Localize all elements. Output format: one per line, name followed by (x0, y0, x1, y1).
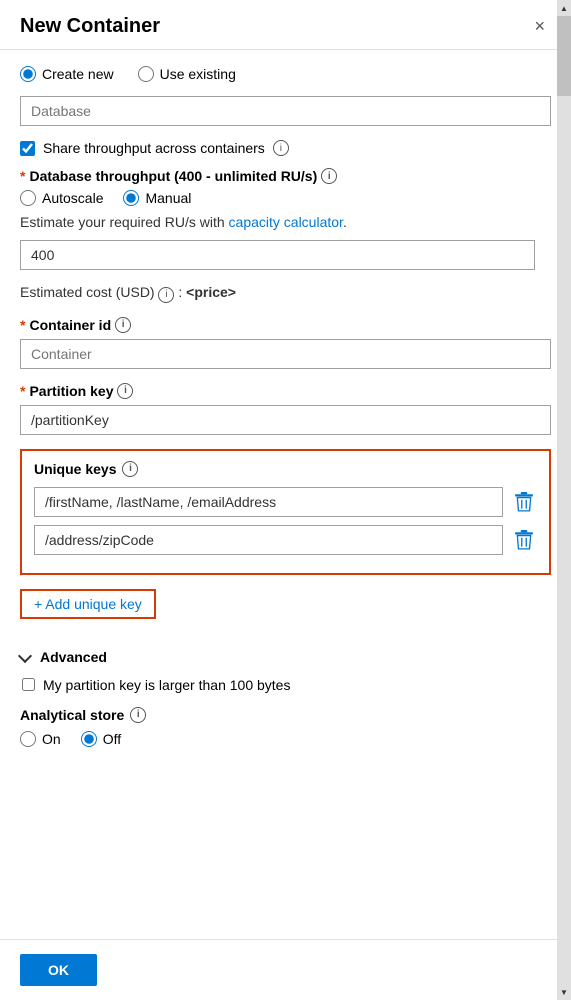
dialog-body: Create new Use existing Share throughput… (0, 50, 571, 939)
estimate-text-post: . (343, 214, 347, 230)
partition-size-row: My partition key is larger than 100 byte… (20, 677, 551, 693)
throughput-required-star: * (20, 168, 25, 184)
advanced-toggle[interactable]: Advanced (20, 649, 551, 665)
trash-icon-2 (515, 530, 533, 550)
share-throughput-info-icon: i (273, 140, 289, 156)
estimate-text-pre: Estimate your required RU/s with (20, 214, 229, 230)
partition-key-input[interactable] (20, 405, 551, 435)
unique-keys-info-icon: i (122, 461, 138, 477)
unique-keys-header: Unique keys i (34, 461, 537, 477)
ok-button[interactable]: OK (20, 954, 97, 986)
partition-key-info-icon: i (117, 383, 133, 399)
create-new-label: Create new (42, 66, 114, 82)
unique-key-1-input[interactable] (34, 487, 503, 517)
autoscale-label: Autoscale (42, 190, 103, 206)
analytical-store-radio-group: On Off (20, 731, 551, 747)
share-throughput-row: Share throughput across containers i (20, 140, 551, 156)
partition-key-section: * Partition key i (20, 383, 551, 435)
dialog-header: New Container × (0, 0, 571, 50)
new-container-dialog: New Container × Create new Use existing … (0, 0, 571, 1000)
dialog-title: New Container (20, 15, 160, 38)
estimated-cost-value: <price> (186, 284, 236, 300)
analytical-off-radio[interactable] (81, 731, 97, 747)
scrollbar-down-button[interactable]: ▼ (557, 984, 571, 1000)
scrollbar-track[interactable] (557, 16, 571, 984)
share-throughput-checkbox[interactable] (20, 141, 35, 156)
create-use-radio-group: Create new Use existing (20, 66, 551, 82)
autoscale-radio-label[interactable]: Autoscale (20, 190, 103, 206)
container-id-star: * (20, 317, 25, 333)
analytical-on-label: On (42, 731, 61, 747)
capacity-calculator-link[interactable]: capacity calculator (229, 214, 343, 230)
use-existing-radio[interactable] (138, 66, 154, 82)
estimated-cost-row: Estimated cost (USD) i : <price> (20, 284, 551, 303)
estimated-cost-info-icon: i (158, 287, 174, 303)
database-throughput-label: Database throughput (400 - unlimited RU/… (29, 168, 317, 184)
trash-icon-1 (515, 492, 533, 512)
unique-keys-label: Unique keys (34, 461, 116, 477)
partition-key-label-row: * Partition key i (20, 383, 551, 399)
analytical-store-label-row: Analytical store i (20, 707, 551, 723)
database-section (20, 96, 551, 126)
use-existing-label: Use existing (160, 66, 236, 82)
capacity-text-row: Estimate your required RU/s with capacit… (20, 214, 551, 230)
unique-keys-section: Unique keys i (20, 449, 551, 575)
scrollbar-thumb[interactable] (557, 16, 571, 96)
analytical-on-radio[interactable] (20, 731, 36, 747)
analytical-off-radio-label[interactable]: Off (81, 731, 121, 747)
scrollbar-up-button[interactable]: ▲ (557, 0, 571, 16)
analytical-store-info-icon: i (130, 707, 146, 723)
analytical-on-radio-label[interactable]: On (20, 731, 61, 747)
database-input[interactable] (20, 96, 551, 126)
container-id-label: Container id (29, 317, 111, 333)
add-unique-key-section: + Add unique key (20, 589, 551, 633)
throughput-input-row: * (20, 240, 551, 270)
unique-key-2-input[interactable] (34, 525, 503, 555)
analytical-store-section: Analytical store i On Off (20, 707, 551, 747)
partition-larger-label: My partition key is larger than 100 byte… (43, 677, 290, 693)
container-id-input[interactable] (20, 339, 551, 369)
dialog-footer: OK (0, 939, 571, 1000)
create-new-radio[interactable] (20, 66, 36, 82)
container-id-label-row: * Container id i (20, 317, 551, 333)
container-id-info-icon: i (115, 317, 131, 333)
container-id-section: * Container id i (20, 317, 551, 369)
partition-key-star: * (20, 383, 25, 399)
throughput-input[interactable] (20, 240, 535, 270)
advanced-label: Advanced (40, 649, 107, 665)
unique-key-row-1 (34, 487, 537, 517)
create-new-radio-label[interactable]: Create new (20, 66, 114, 82)
throughput-options-group: Autoscale Manual (20, 190, 551, 206)
delete-unique-key-1-button[interactable] (511, 488, 537, 516)
close-button[interactable]: × (528, 14, 551, 39)
database-throughput-label-row: * Database throughput (400 - unlimited R… (20, 168, 551, 184)
add-unique-key-button[interactable]: + Add unique key (20, 589, 156, 619)
chevron-down-icon (18, 648, 32, 662)
share-throughput-label: Share throughput across containers (43, 140, 265, 156)
scrollbar[interactable]: ▲ ▼ (557, 0, 571, 1000)
autoscale-radio[interactable] (20, 190, 36, 206)
analytical-off-label: Off (103, 731, 121, 747)
use-existing-radio-label[interactable]: Use existing (138, 66, 236, 82)
partition-larger-checkbox[interactable] (22, 678, 35, 691)
partition-key-label: Partition key (29, 383, 113, 399)
estimated-cost-label: Estimated cost (USD) (20, 284, 155, 300)
manual-radio[interactable] (123, 190, 139, 206)
analytical-store-label: Analytical store (20, 707, 124, 723)
delete-unique-key-2-button[interactable] (511, 526, 537, 554)
unique-key-row-2 (34, 525, 537, 555)
manual-radio-label[interactable]: Manual (123, 190, 191, 206)
throughput-info-icon: i (321, 168, 337, 184)
manual-label: Manual (145, 190, 191, 206)
